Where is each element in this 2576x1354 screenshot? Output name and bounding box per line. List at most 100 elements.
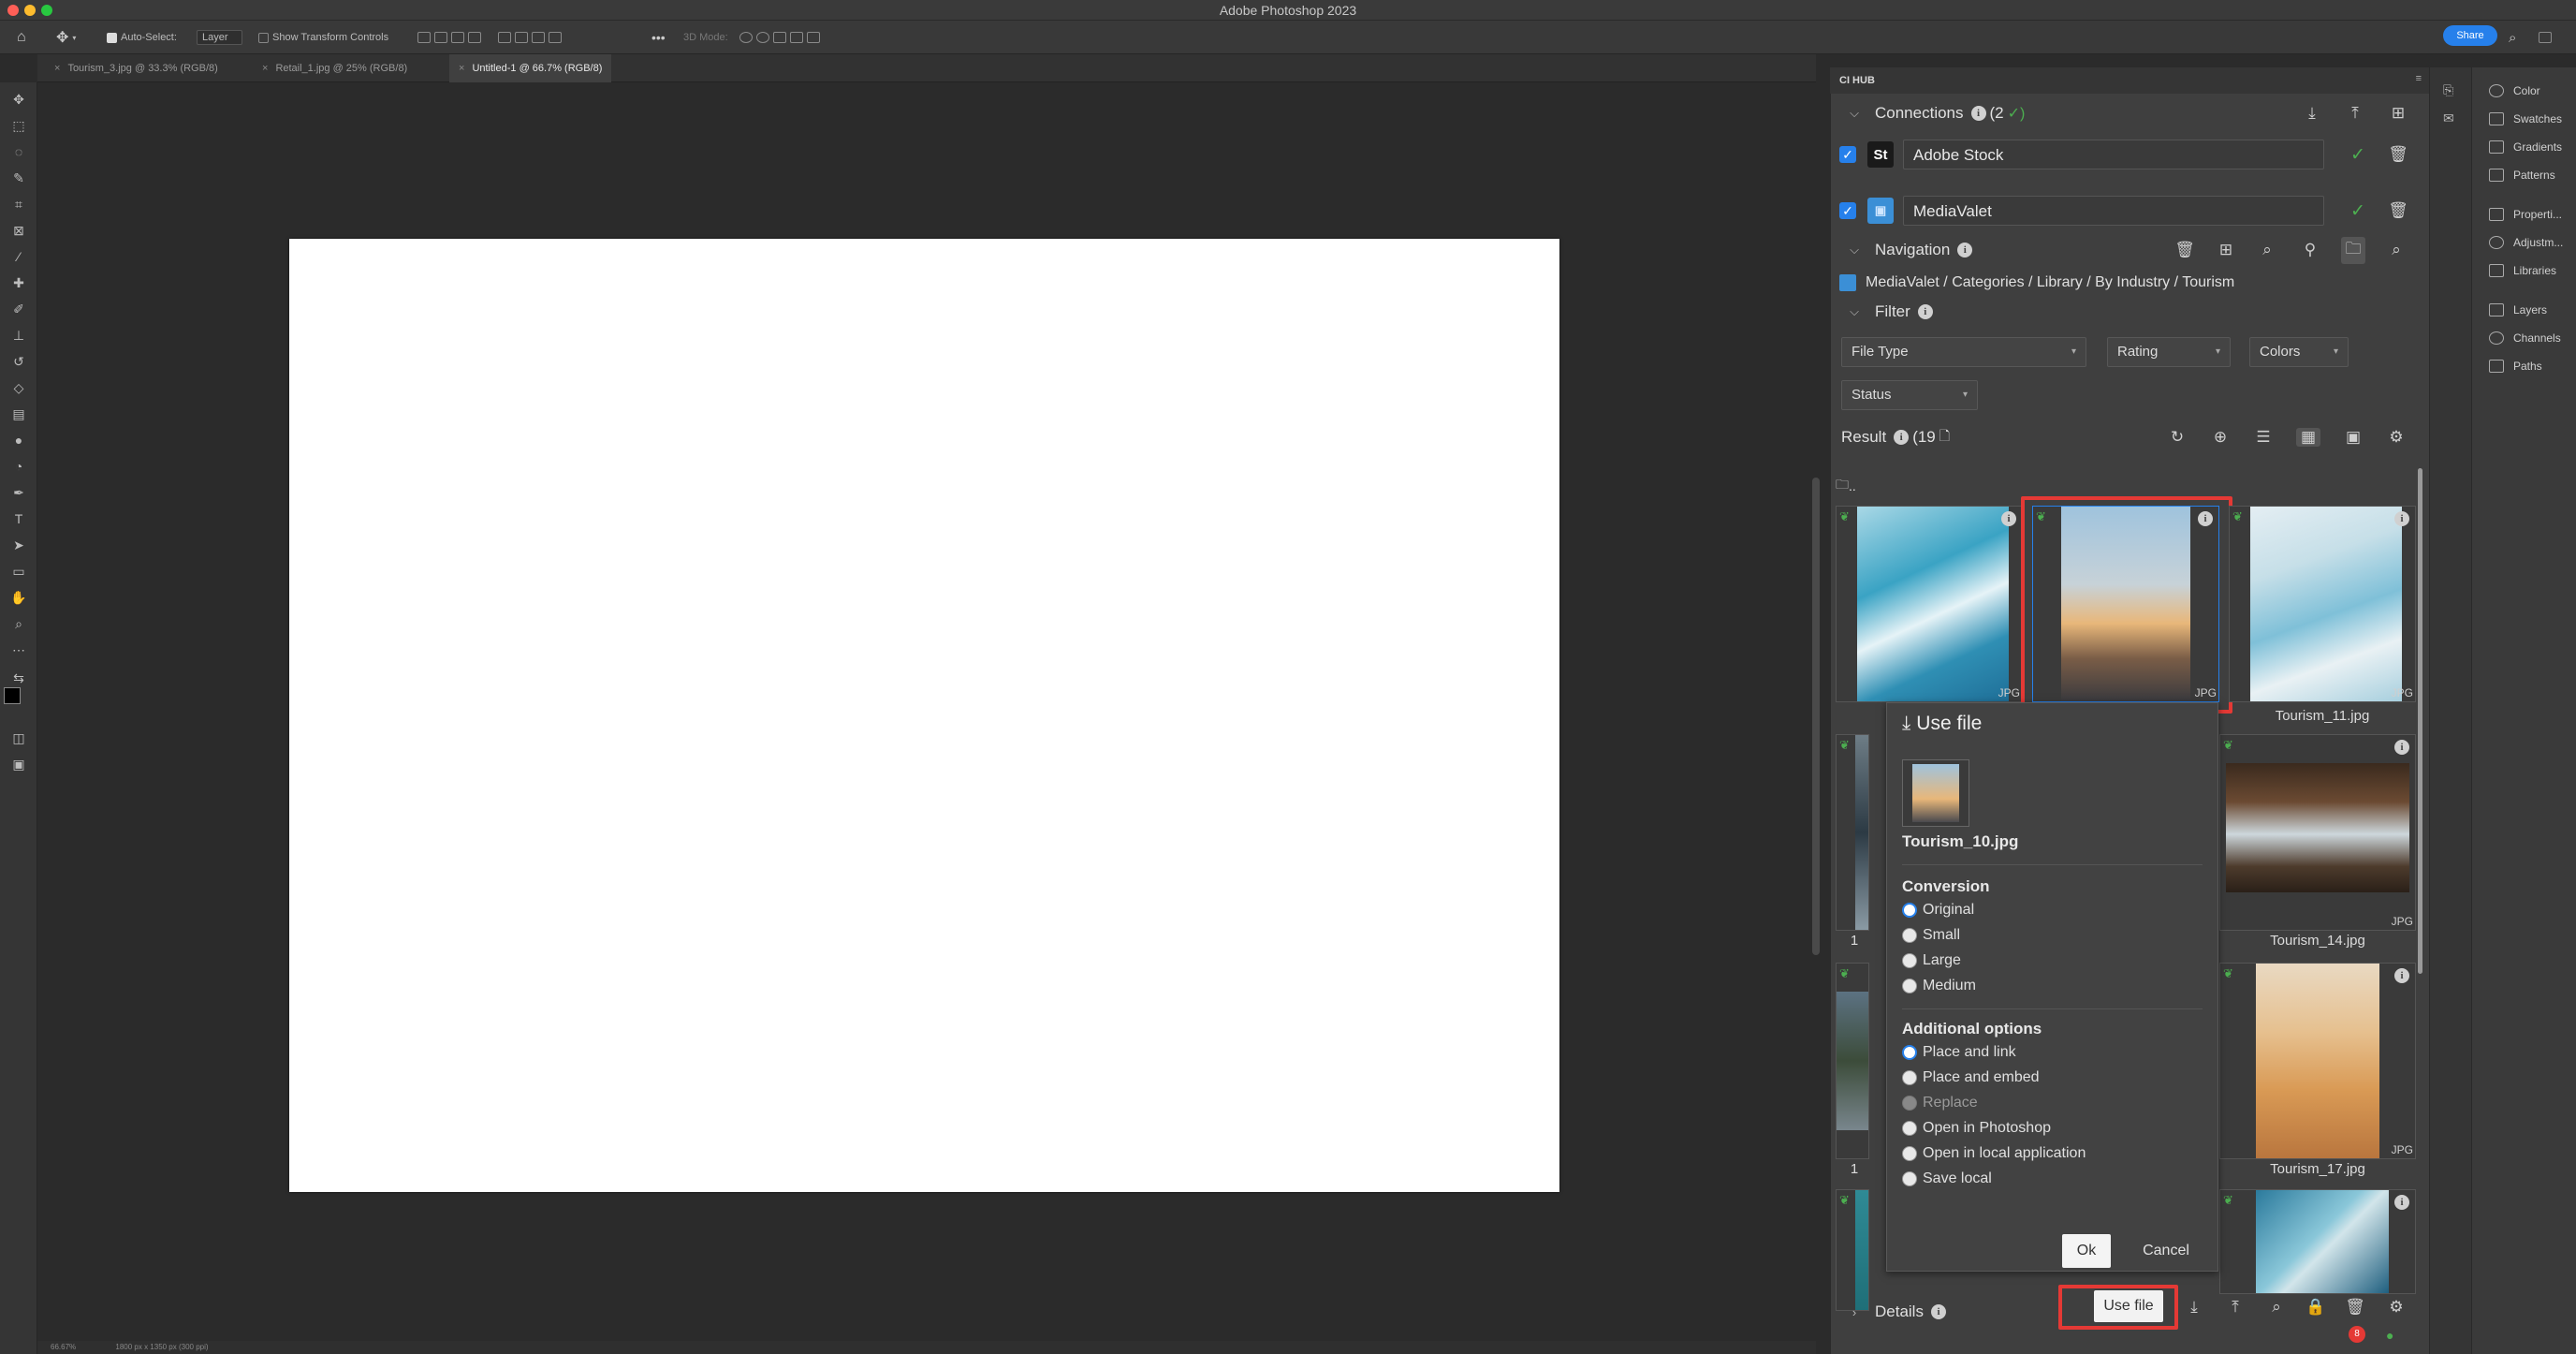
panel-scrollbar[interactable] [2418, 468, 2422, 974]
save-local-radio[interactable]: Save local [1902, 1170, 1992, 1187]
info-icon[interactable]: i [1894, 430, 1910, 445]
foreground-color-swatch[interactable] [4, 687, 21, 704]
folder-up-label[interactable]: .. [1849, 478, 1856, 493]
document-canvas[interactable] [289, 239, 1559, 1192]
more-options-icon[interactable]: ••• [651, 28, 666, 47]
stamp-tool-icon[interactable]: ⊥ [9, 326, 28, 345]
swap-colors-icon[interactable]: ⇆ [9, 669, 28, 687]
add-icon[interactable]: ⊕ [2208, 428, 2232, 447]
marquee-tool-icon[interactable]: ⬚ [9, 116, 28, 135]
status-dropdown[interactable]: Status ▾ [1841, 380, 1978, 410]
comments-panel-icon[interactable]: ✉ [2443, 110, 2454, 126]
healing-brush-tool-icon[interactable]: ✚ [9, 273, 28, 292]
asset-thumbnail[interactable]: ❦ i JPG [1836, 506, 2023, 702]
rectangle-tool-icon[interactable]: ▭ [9, 562, 28, 581]
panel-menu-icon[interactable]: ≡ [2416, 73, 2422, 84]
grid-view-icon[interactable]: ▦ [2296, 428, 2320, 447]
search-icon[interactable]: ⌕ [2509, 28, 2516, 47]
tab-tourism-3[interactable]: × Tourism_3.jpg @ 33.3% (RGB/8) [45, 54, 227, 82]
user-status-icon[interactable]: ● [2386, 1328, 2393, 1343]
quick-select-tool-icon[interactable]: ✎ [9, 169, 28, 187]
info-icon[interactable]: i [2394, 1195, 2409, 1210]
brush-tool-icon[interactable]: ✐ [9, 300, 28, 318]
dodge-tool-icon[interactable]: ◔ [9, 457, 28, 476]
history-brush-tool-icon[interactable]: ↺ [9, 352, 28, 371]
settings-gear-icon[interactable]: ⚙ [2384, 428, 2408, 447]
asset-thumbnail[interactable]: ❦ [1836, 1189, 1869, 1311]
use-file-download-icon[interactable]: ⤓ [2182, 1298, 2206, 1317]
screen-mode-icon[interactable]: ▣ [9, 755, 28, 773]
open-in-photoshop-radio[interactable]: Open in Photoshop [1902, 1120, 2051, 1137]
folder-up-icon[interactable]: 🗀 [1836, 475, 1849, 497]
asset-thumbnail[interactable]: ❦ i JPG [2229, 506, 2416, 702]
conversion-medium-radio[interactable]: Medium [1902, 978, 1976, 994]
list-view-icon[interactable]: ☰ [2251, 428, 2276, 447]
more-tools-icon[interactable]: ⋯ [9, 640, 28, 659]
info-icon[interactable]: i [2394, 968, 2409, 983]
colors-dropdown[interactable]: Colors ▾ [2249, 337, 2349, 367]
delete-icon[interactable]: 🗑 [2386, 201, 2410, 220]
auto-select-dropdown[interactable]: Layer [197, 28, 242, 47]
info-icon[interactable]: i [2394, 740, 2409, 755]
path-select-tool-icon[interactable]: ➤ [9, 536, 28, 554]
workspace-icon[interactable] [2539, 28, 2552, 47]
lock-icon[interactable]: 🔒 [2304, 1298, 2328, 1317]
adobe-stock-service[interactable]: Adobe Stock [1903, 140, 2324, 169]
asset-thumbnail[interactable]: ❦ [1836, 963, 1869, 1159]
quick-mask-icon[interactable]: ◫ [9, 729, 28, 747]
collapse-chevron-icon[interactable]: ⌵ [1845, 304, 1864, 319]
mediavalet-checkbox[interactable]: ✓ [1839, 202, 1856, 219]
history-panel-icon[interactable]: ⎘ [2443, 82, 2453, 98]
hand-tool-icon[interactable]: ✋ [9, 588, 28, 607]
expand-chevron-icon[interactable]: › [1845, 1305, 1864, 1319]
conversion-small-radio[interactable]: Small [1902, 927, 1960, 944]
tab-retail-1[interactable]: × Retail_1.jpg @ 25% (RGB/8) [253, 54, 417, 82]
home-icon[interactable]: ⌂ [17, 28, 26, 47]
patterns-panel-tab[interactable]: Patterns [2489, 169, 2555, 182]
trash-icon[interactable]: 🗑 [2343, 1298, 2367, 1317]
asset-thumbnail[interactable]: ❦ [1836, 734, 1869, 931]
info-icon[interactable]: i [1970, 106, 1986, 121]
adjustments-panel-tab[interactable]: Adjustm... [2489, 236, 2563, 249]
eraser-tool-icon[interactable]: ◇ [9, 378, 28, 397]
upload-icon[interactable]: ⤒ [2223, 1298, 2247, 1317]
move-tool-icon[interactable]: ✥ ▾ [56, 28, 76, 47]
tab-untitled-1[interactable]: × Untitled-1 @ 66.7% (RGB/8) [449, 54, 612, 82]
mediavalet-service[interactable]: MediaValet [1903, 196, 2324, 226]
pen-tool-icon[interactable]: ✒ [9, 483, 28, 502]
blur-tool-icon[interactable]: ● [9, 431, 28, 449]
layers-panel-tab[interactable]: Layers [2489, 303, 2547, 316]
zoom-icon[interactable]: ⌕ [2264, 1298, 2289, 1317]
move-tool-icon[interactable]: ✥ [9, 90, 28, 109]
grid-view-icon[interactable]: ⊞ [2214, 241, 2238, 259]
adobe-stock-checkbox[interactable]: ✓ [1839, 146, 1856, 163]
frame-tool-icon[interactable]: ⊠ [9, 221, 28, 240]
place-and-embed-radio[interactable]: Place and embed [1902, 1069, 2040, 1086]
show-transform-checkbox[interactable]: Show Transform Controls [258, 28, 388, 47]
add-connection-icon[interactable]: ⊞ [2386, 104, 2410, 123]
channels-panel-tab[interactable]: Channels [2489, 331, 2561, 345]
crop-tool-icon[interactable]: ⌗ [9, 195, 28, 213]
folder-icon[interactable]: 🗀 [2341, 236, 2365, 264]
upload-icon[interactable]: ⤒ [2343, 104, 2367, 123]
collapse-chevron-icon[interactable]: ⌵ [1845, 106, 1864, 121]
paths-panel-tab[interactable]: Paths [2489, 360, 2542, 373]
cancel-button[interactable]: Cancel [2129, 1234, 2203, 1268]
search-icon[interactable]: ⌕ [2384, 241, 2408, 259]
download-icon[interactable]: ⤓ [2300, 104, 2324, 123]
file-type-dropdown[interactable]: File Type ▾ [1841, 337, 2086, 367]
place-and-link-radio[interactable]: Place and link [1902, 1044, 2016, 1061]
asset-thumbnail[interactable]: ❦ i [2219, 1189, 2416, 1294]
auto-select-checkbox[interactable]: Auto-Select: [107, 28, 177, 47]
canvas-scrollbar[interactable] [1812, 478, 1820, 955]
breadcrumb[interactable]: MediaValet / Categories / Library / By I… [1866, 274, 2234, 291]
gradients-panel-tab[interactable]: Gradients [2489, 140, 2562, 154]
settings-gear-icon[interactable]: ⚙ [2384, 1298, 2408, 1317]
info-icon[interactable]: i [2394, 511, 2409, 526]
asset-thumbnail[interactable]: ❦ i JPG [2219, 963, 2416, 1159]
info-icon[interactable]: i [2001, 511, 2016, 526]
rating-dropdown[interactable]: Rating ▾ [2107, 337, 2231, 367]
swatches-panel-tab[interactable]: Swatches [2489, 112, 2562, 125]
type-tool-icon[interactable]: T [9, 509, 28, 528]
share-button[interactable]: Share [2443, 25, 2497, 46]
